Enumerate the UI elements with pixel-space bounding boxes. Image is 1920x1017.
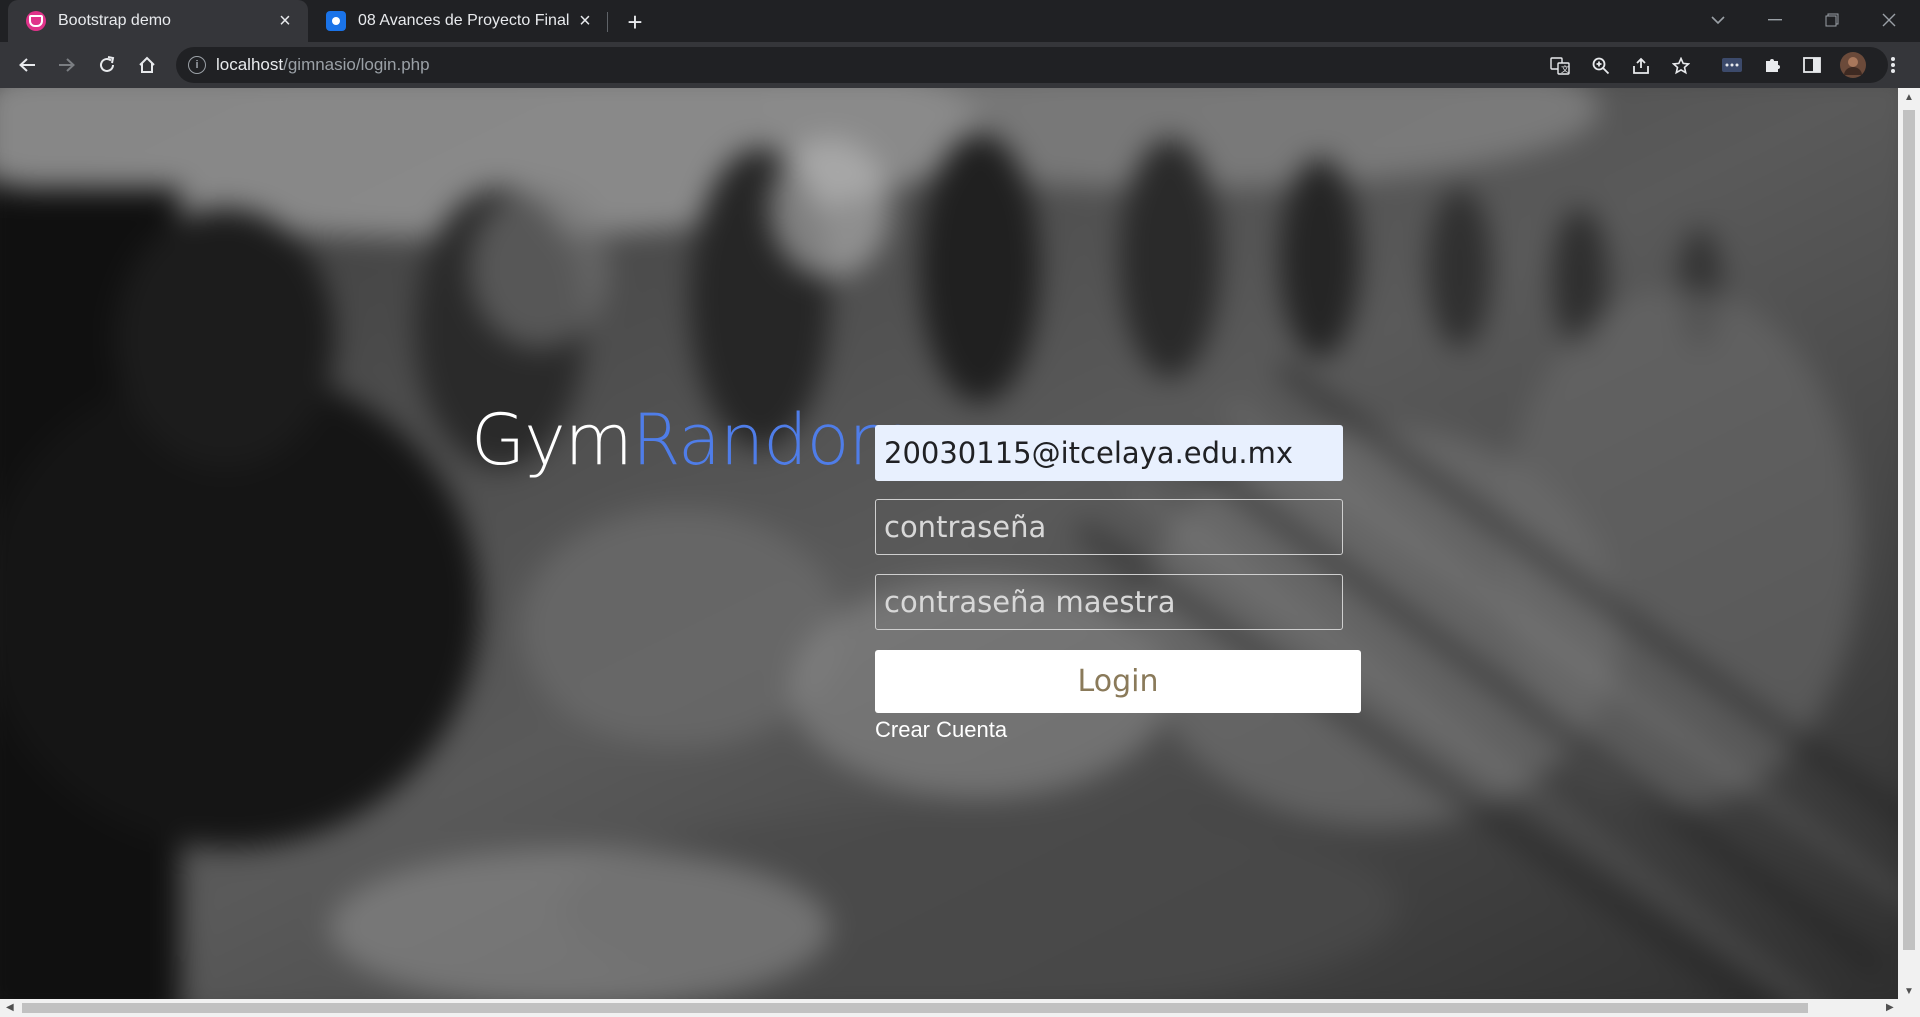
browser-toolbar: i localhost/gimnasio/login.php 文 — [0, 42, 1920, 88]
tab-search-chevron-icon[interactable] — [1695, 0, 1741, 40]
create-account-link[interactable]: Crear Cuenta — [875, 717, 1007, 743]
login-button[interactable]: Login — [875, 650, 1361, 713]
side-panel-icon[interactable] — [1796, 49, 1828, 81]
new-tab-icon[interactable]: + — [621, 7, 649, 37]
vertical-scrollbar[interactable]: ▲ ▼ — [1898, 88, 1920, 999]
home-icon[interactable] — [131, 49, 163, 81]
back-icon[interactable] — [11, 49, 43, 81]
vertical-scroll-thumb[interactable] — [1903, 110, 1915, 950]
scroll-up-arrow-icon[interactable]: ▲ — [1904, 92, 1914, 103]
browser-menu-icon[interactable] — [1877, 49, 1909, 81]
url-path: /gimnasio/login.php — [283, 55, 430, 74]
profile-avatar[interactable] — [1837, 49, 1869, 81]
horizontal-scrollbar[interactable]: ◀ ▶ — [0, 999, 1920, 1017]
gymrandom-logo: GymRandom — [471, 405, 917, 475]
tab-bootstrap-demo[interactable]: Bootstrap demo × — [8, 0, 308, 42]
share-icon[interactable] — [1631, 56, 1651, 76]
classroom-favicon-icon — [326, 11, 346, 31]
email-field[interactable]: 20030115@itcelaya.edu.mx — [875, 425, 1343, 481]
tab-title: Bootstrap demo — [58, 12, 171, 29]
reload-icon[interactable] — [91, 49, 123, 81]
close-window-icon[interactable] — [1866, 0, 1912, 40]
logo-random-text: Random — [631, 399, 917, 481]
url-text: localhost/gimnasio/login.php — [216, 55, 430, 75]
tab-avances-proyecto[interactable]: 08 Avances de Proyecto Final × — [308, 0, 608, 42]
svg-text:文: 文 — [1561, 64, 1569, 74]
horizontal-scroll-thumb[interactable] — [22, 1003, 1808, 1013]
scroll-right-arrow-icon[interactable]: ▶ — [1886, 1002, 1894, 1013]
extension-dots-icon[interactable] — [1716, 49, 1748, 81]
restore-icon[interactable] — [1809, 0, 1855, 40]
bootstrap-favicon-icon — [26, 11, 46, 31]
site-info-icon[interactable]: i — [188, 56, 206, 74]
close-tab-icon[interactable]: × — [574, 10, 596, 32]
address-bar[interactable]: i localhost/gimnasio/login.php 文 — [176, 47, 1888, 83]
extensions-puzzle-icon[interactable] — [1756, 49, 1788, 81]
tab-title: 08 Avances de Proyecto Final — [358, 12, 570, 29]
scroll-left-arrow-icon[interactable]: ◀ — [6, 1002, 14, 1013]
translate-icon[interactable]: 文 — [1550, 56, 1570, 76]
master-password-field[interactable]: contraseña maestra — [875, 574, 1343, 630]
logo-gym-text: Gym — [471, 399, 633, 481]
zoom-icon[interactable] — [1591, 56, 1611, 76]
url-host: localhost — [216, 55, 284, 74]
forward-icon[interactable] — [51, 49, 83, 81]
tab-separator — [607, 12, 608, 32]
close-tab-icon[interactable]: × — [274, 10, 296, 32]
tab-strip: Bootstrap demo × 08 Avances de Proyecto … — [0, 0, 1920, 42]
bookmark-star-icon[interactable] — [1671, 56, 1691, 76]
password-field[interactable]: contraseña — [875, 499, 1343, 555]
minimize-icon[interactable] — [1752, 0, 1798, 40]
scroll-down-arrow-icon[interactable]: ▼ — [1904, 986, 1914, 997]
